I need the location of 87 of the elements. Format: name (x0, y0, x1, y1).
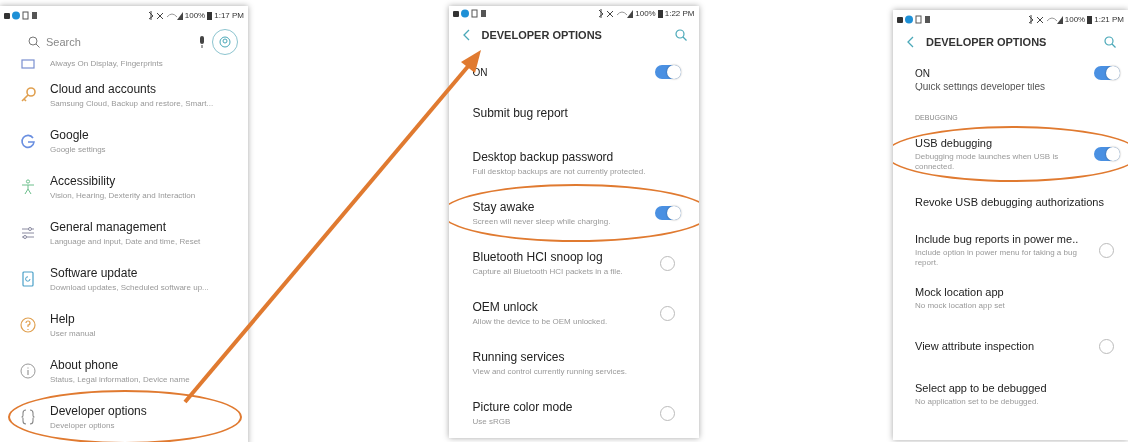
setting-title: ON (915, 67, 931, 79)
battery-icon (1087, 14, 1093, 24)
battery-icon (207, 10, 213, 20)
back-icon (462, 29, 470, 41)
toggle-switch[interactable] (1094, 66, 1120, 80)
person-icon (219, 36, 231, 48)
setting-title[interactable]: OEM unlock (472, 299, 650, 314)
setting-title[interactable]: Running services (472, 349, 681, 364)
toggle-switch[interactable] (654, 65, 681, 79)
setting-title[interactable]: Developer options (50, 403, 238, 418)
setting-title[interactable]: About phone (50, 357, 238, 372)
setting-title[interactable]: Stay awake (472, 199, 645, 214)
notification-icons-drawing (4, 10, 40, 20)
screen-title: DEVELOPER OPTIONS (481, 29, 603, 41)
toggle-switch[interactable] (1099, 338, 1114, 354)
back-icon (907, 36, 914, 48)
search-field[interactable]: Search (46, 36, 192, 48)
update-icon (20, 271, 36, 287)
search-icon (28, 36, 40, 48)
toggle-switch[interactable] (654, 206, 681, 220)
microphone-icon[interactable] (198, 36, 206, 48)
back-button[interactable] (462, 29, 470, 41)
signal-icons-drawing (146, 10, 183, 20)
sliders-icon (20, 225, 36, 241)
profile-button[interactable] (212, 29, 238, 55)
battery-icon (657, 9, 663, 18)
setting-title[interactable]: Google (50, 127, 238, 142)
setting-title[interactable]: Mock location app (915, 285, 1120, 298)
setting-description: Status, Legal information, Device name (50, 374, 191, 385)
setting-description: No mock location app set (915, 300, 1006, 311)
battery-level: 100% (1064, 14, 1086, 24)
person-icon (20, 179, 36, 195)
setting-title[interactable]: Revoke USB debugging authorizations (915, 196, 1120, 208)
setting-title[interactable]: Accessibility (50, 173, 238, 188)
clock: 1:21 PM (1094, 14, 1124, 24)
setting-title[interactable]: Desktop backup password (472, 149, 681, 164)
setting-title[interactable]: Cloud and accounts (50, 81, 238, 96)
notification-icons-drawing (452, 9, 489, 18)
setting-description: Developer options (50, 420, 116, 431)
setting-description: Use sRGB (472, 416, 512, 427)
setting-description: Debugging mode launches when USB is connected. (915, 151, 1060, 172)
search-icon[interactable] (674, 29, 687, 41)
setting-title[interactable]: Select app to be debugged (915, 381, 1120, 394)
setting-description: User manual (50, 328, 97, 339)
toggle-switch[interactable] (659, 305, 675, 321)
battery-level: 100% (184, 10, 206, 20)
setting-title[interactable]: View attribute inspection (915, 340, 1089, 352)
setting-title[interactable]: Software update (50, 265, 238, 280)
setting-description: Full desktop backups are not currently protected. (472, 166, 647, 177)
setting-title[interactable]: General management (50, 219, 238, 234)
display-icon (20, 56, 36, 72)
battery-level: 100% (635, 9, 656, 18)
setting-description: Download updates, Scheduled software up... (50, 282, 210, 293)
setting-description: Include option in power menu for taking a bug report. (915, 247, 1078, 268)
back-button[interactable] (907, 36, 914, 48)
setting-description: No application set to be debugged. (915, 396, 1040, 407)
setting-description: View and control currently running services. (472, 366, 629, 377)
clock: 1:22 PM (664, 9, 695, 18)
info-icon (20, 363, 36, 379)
key-icon (20, 87, 36, 103)
search-icon[interactable] (1104, 36, 1116, 48)
notification-icons-drawing (897, 14, 933, 24)
setting-description: Always On Display, Fingerprints (50, 59, 164, 69)
setting-title[interactable]: Picture color mode (472, 399, 650, 414)
setting-description: Google settings (50, 144, 107, 155)
setting-title[interactable]: Help (50, 311, 238, 326)
clock: 1:17 PM (214, 10, 244, 20)
setting-title[interactable]: Include bug reports in power me.. (915, 232, 1089, 245)
braces-icon (20, 409, 36, 425)
setting-title[interactable]: Bluetooth HCI snoop log (472, 249, 650, 264)
setting-description: Capture all Bluetooth HCI packets in a file. (472, 266, 624, 277)
signal-icons-drawing (1026, 14, 1063, 24)
setting-description: Vision, Hearing, Dexterity and Interaction (50, 190, 197, 201)
screen-title: DEVELOPER OPTIONS (926, 36, 1048, 48)
setting-description: Language and input, Date and time, Reset (50, 236, 202, 247)
google-icon (20, 133, 36, 149)
setting-description: Samsung Cloud, Backup and restore, Smart... (50, 98, 215, 109)
toggle-switch[interactable] (659, 405, 675, 421)
help-icon (20, 317, 36, 333)
setting-description: Allow the device to be OEM unlocked. (472, 316, 609, 327)
toggle-switch[interactable] (659, 255, 675, 271)
setting-title[interactable]: Submit bug report (472, 106, 681, 120)
signal-icons-drawing (597, 9, 634, 18)
setting-title[interactable]: USB debugging (915, 136, 1084, 149)
toggle-switch[interactable] (1094, 147, 1120, 161)
setting-description: Screen will never sleep while charging. (472, 216, 612, 227)
toggle-switch[interactable] (1099, 242, 1114, 258)
